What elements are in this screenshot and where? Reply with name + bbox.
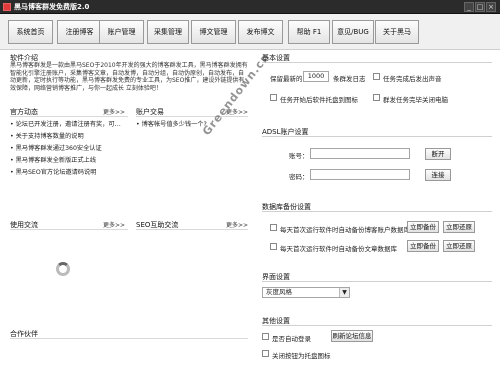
- chevron-down-icon: ▼: [339, 288, 349, 297]
- keep-label: 保留最新的: [270, 75, 303, 83]
- sound-label: 任务完成后发出声音: [383, 75, 442, 83]
- adsl-password-input[interactable]: [310, 169, 410, 180]
- tab-about[interactable]: 关于黑马: [375, 20, 419, 44]
- maximize-button[interactable]: □: [475, 2, 485, 12]
- autologin-label: 是否自动登录: [272, 335, 311, 343]
- close-to-tray-label: 关闭按钮为托盘图标: [272, 352, 331, 360]
- backup-articles-checkbox[interactable]: [270, 243, 277, 250]
- backup-accounts-label: 每天首次运行软件时自动备份博客账户数据库: [280, 226, 410, 234]
- keep-suffix: 条群发日志: [333, 75, 366, 83]
- usage-more-link[interactable]: 更多>>: [103, 220, 125, 229]
- autologin-checkbox[interactable]: [262, 333, 269, 340]
- shutdown-checkbox[interactable]: [373, 94, 380, 101]
- tab-publish[interactable]: 发布博文: [238, 20, 283, 44]
- backup-accounts-checkbox[interactable]: [270, 224, 277, 231]
- news-divider: [10, 116, 128, 117]
- tab-accounts[interactable]: 账户管理: [99, 20, 144, 44]
- ui-divider: [262, 281, 492, 282]
- adsl-divider: [262, 136, 492, 137]
- disconnect-button[interactable]: 断开: [425, 148, 451, 160]
- seo-more-link[interactable]: 更多>>: [226, 220, 248, 229]
- theme-select-value: 灰度风格: [266, 288, 292, 296]
- backup-accounts-button[interactable]: 立即备份: [407, 221, 439, 233]
- news-item[interactable]: • 论坛已开发注册，邀请注册有奖，可…: [10, 119, 121, 128]
- usage-divider: [10, 229, 128, 230]
- other-divider: [262, 325, 492, 326]
- tab-feedback[interactable]: 意见/BUG: [332, 20, 374, 44]
- close-to-tray-checkbox[interactable]: [262, 350, 269, 357]
- news-item[interactable]: • 关于支持博客数量的说明: [10, 131, 84, 140]
- intro-text: 黑马博客群发是一款由黑马SEO于2010年开发的强大的博客群发工具，黑马博客群发…: [10, 62, 248, 92]
- shutdown-label: 群发任务完毕关闭电脑: [383, 96, 448, 104]
- theme-select[interactable]: 灰度风格 ▼: [262, 287, 350, 298]
- partners-divider: [10, 338, 248, 339]
- news-more-link[interactable]: 更多>>: [103, 107, 125, 116]
- basic-divider: [262, 62, 492, 63]
- tab-home[interactable]: 系统首页: [8, 20, 53, 44]
- title-bar: 黑马博客群发免费版2.0 _ □ ×: [0, 0, 500, 14]
- window-title: 黑马博客群发免费版2.0: [14, 3, 90, 11]
- news-item[interactable]: • 黑马博客群发通过360安全认证: [10, 143, 102, 152]
- main-toolbar: 系统首页 注册博客 账户管理 采集管理 博文管理 发布博文 帮助 F1 意见/B…: [0, 14, 500, 50]
- adsl-account-input[interactable]: [310, 148, 410, 159]
- tray-on-start-checkbox[interactable]: [270, 94, 277, 101]
- refresh-forum-button[interactable]: 刷新论坛信息: [331, 330, 373, 342]
- trade-item[interactable]: • 博客帐号值多少钱一个?: [136, 119, 207, 128]
- backup-articles-button[interactable]: 立即备份: [407, 240, 439, 252]
- close-button[interactable]: ×: [486, 2, 496, 12]
- password-label: 密码：: [289, 173, 309, 181]
- app-icon: [3, 3, 11, 11]
- tab-help[interactable]: 帮助 F1: [288, 20, 330, 44]
- tray-on-start-label: 任务开始后软件托盘到图标: [280, 96, 358, 104]
- account-label: 账号：: [289, 152, 309, 160]
- news-item[interactable]: • 黑马SEO官方论坛邀请码说明: [10, 167, 96, 176]
- tab-collect[interactable]: 采集管理: [147, 20, 189, 44]
- news-item[interactable]: • 黑马博客群发全新版正式上线: [10, 155, 96, 164]
- backup-articles-label: 每天首次运行软件时自动备份文章数据库: [280, 245, 397, 253]
- connect-button[interactable]: 连接: [425, 169, 451, 181]
- loading-spinner-icon: [56, 262, 70, 276]
- minimize-button[interactable]: _: [464, 2, 474, 12]
- trade-divider: [136, 116, 248, 117]
- tab-articles[interactable]: 博文管理: [191, 20, 236, 44]
- restore-accounts-button[interactable]: 立即还原: [443, 221, 475, 233]
- log-count-input[interactable]: 1000: [303, 71, 329, 82]
- tab-register[interactable]: 注册博客: [57, 20, 102, 44]
- sound-checkbox[interactable]: [373, 73, 380, 80]
- seo-divider: [136, 229, 248, 230]
- backup-divider: [262, 211, 492, 212]
- restore-articles-button[interactable]: 立即还原: [443, 240, 475, 252]
